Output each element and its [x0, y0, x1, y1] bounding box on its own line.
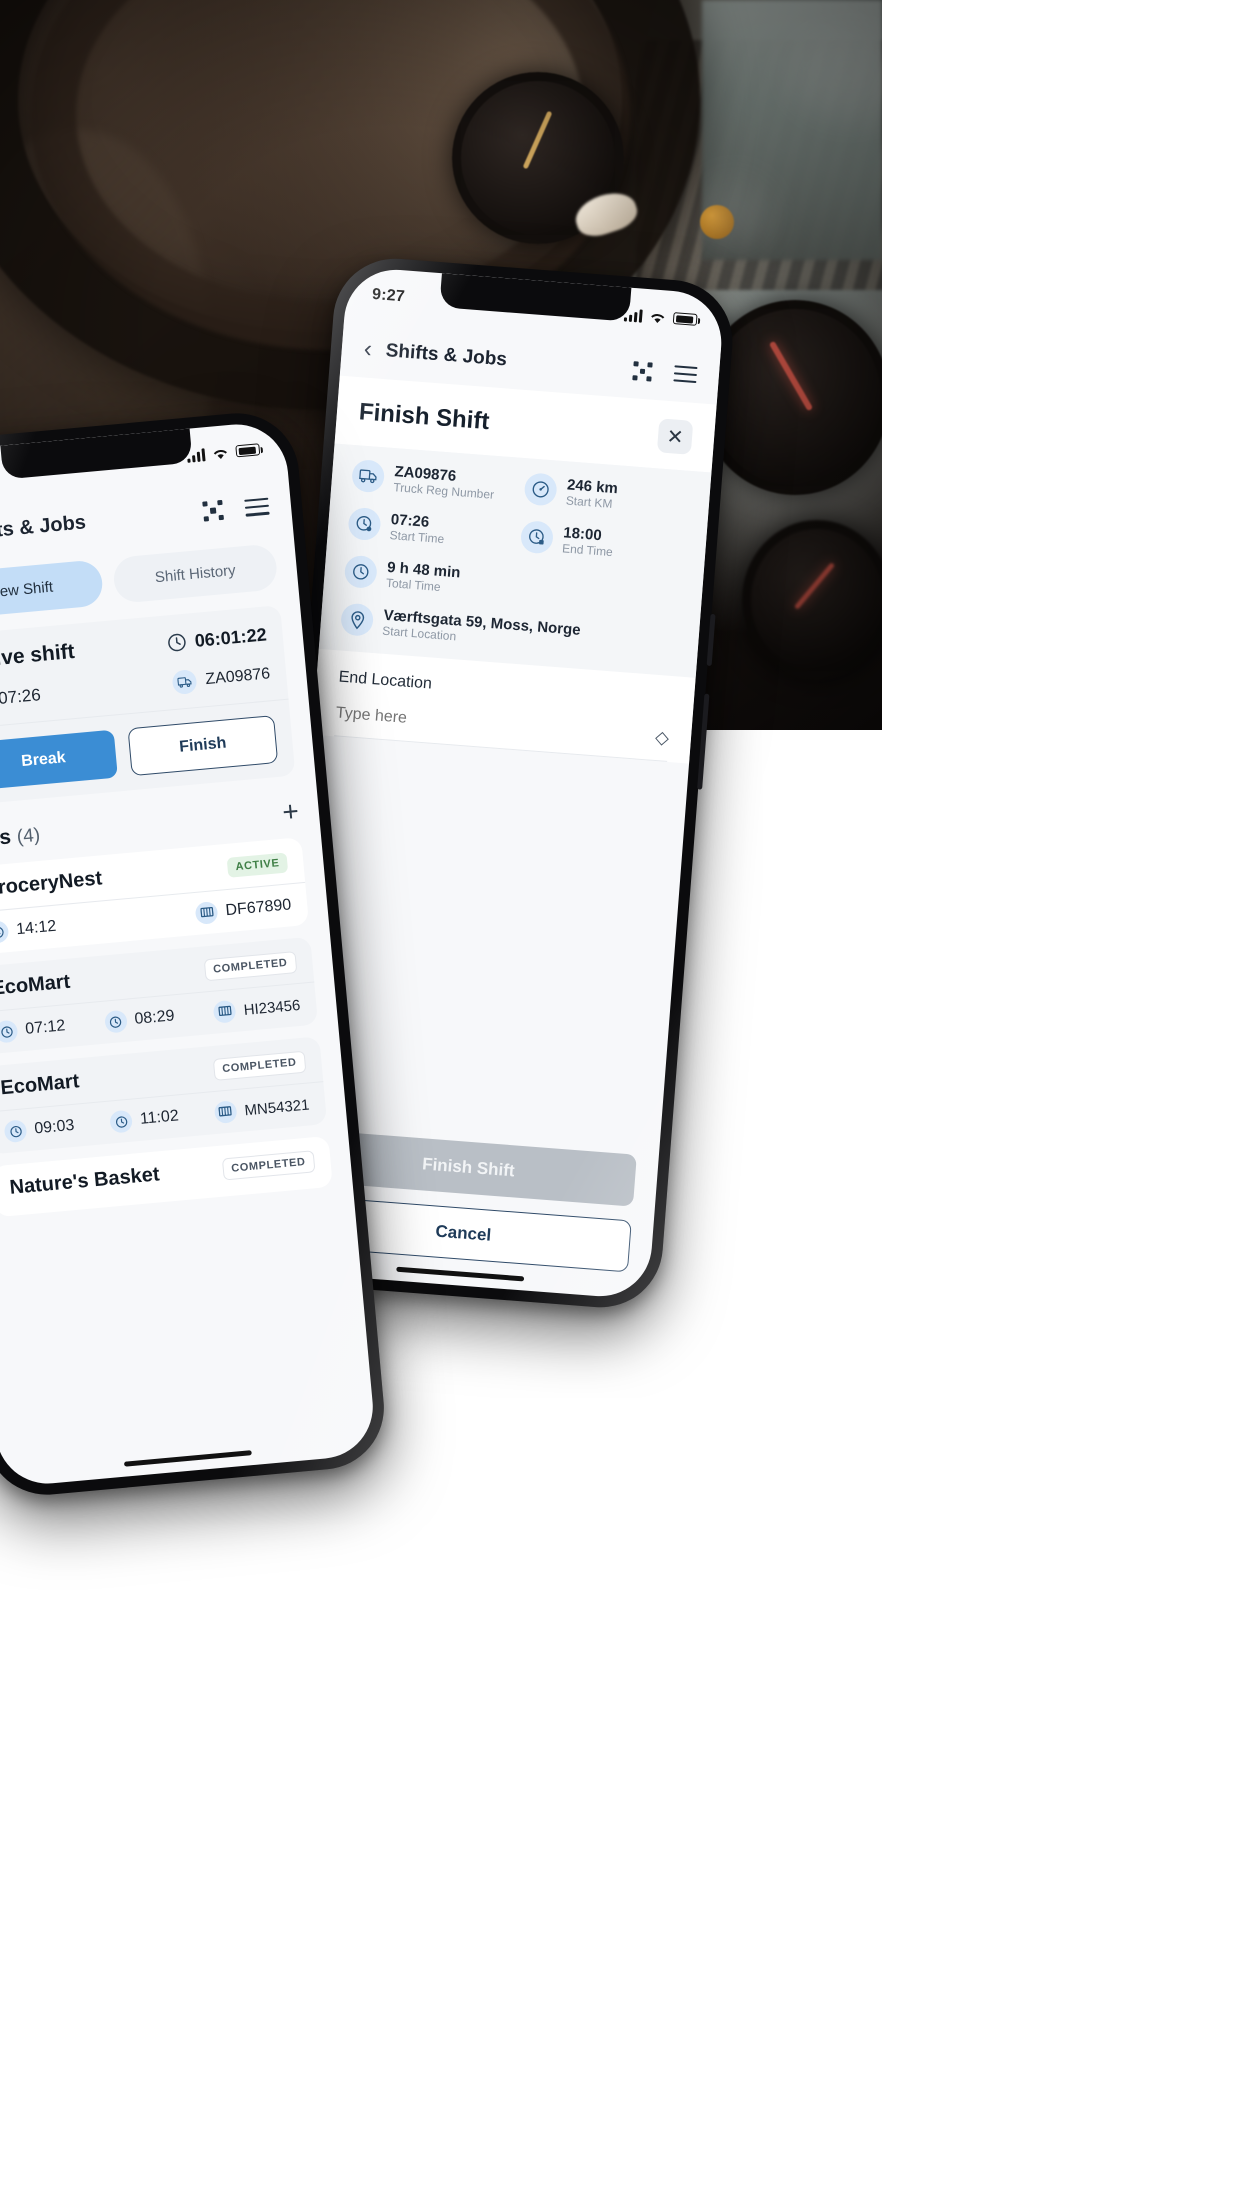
active-shift-start-time: 07:26	[0, 683, 42, 714]
active-shift-title: Active shift	[0, 639, 76, 674]
page-title: Shifts & Jobs	[385, 340, 508, 371]
map-pin-icon	[339, 602, 375, 637]
active-shift-timer: 06:01:22	[166, 624, 268, 654]
job-card[interactable]: EcoMart COMPLETED 07:12 08:29 HI23456	[0, 936, 319, 1055]
job-name: EcoMart	[0, 970, 72, 1000]
clock-icon	[168, 633, 186, 652]
job-code: MN54321	[213, 1094, 311, 1125]
clock-icon	[343, 554, 378, 590]
status-badge: ACTIVE	[226, 851, 289, 878]
pallet-icon	[212, 999, 237, 1024]
detail-end-time: 18:00 End Time	[519, 520, 687, 565]
qr-scan-icon[interactable]	[632, 360, 653, 382]
crosshair-icon[interactable]: ◇	[654, 727, 669, 749]
job-time-value: 08:29	[133, 1007, 176, 1028]
clock-icon	[109, 1109, 134, 1134]
wifi-icon	[651, 313, 665, 323]
job-code-value: HI23456	[243, 996, 302, 1019]
detail-start-km: 246 km Start KM	[523, 472, 690, 517]
job-card[interactable]: GroceryNest ACTIVE 14:12 DF67890	[0, 837, 310, 956]
clock-icon	[103, 1009, 128, 1034]
job-code: HI23456	[212, 994, 302, 1024]
start-time-value: 07:26	[0, 685, 42, 708]
clock-start-icon	[347, 506, 382, 542]
home-indicator	[123, 1450, 252, 1467]
job-time: 14:12	[0, 916, 57, 944]
clock-end-icon	[519, 520, 555, 555]
battery-icon	[672, 312, 698, 326]
add-job-button[interactable]: +	[281, 795, 300, 827]
active-shift-card: Active shift 06:01:22 07:26 ZA09876 Brea…	[0, 605, 296, 806]
clock-icon	[3, 1119, 28, 1144]
job-time: 07:12	[0, 1015, 67, 1044]
wifi-icon	[213, 449, 227, 459]
timer-value: 06:01:22	[193, 623, 268, 651]
tab-shift-history[interactable]: Shift History	[111, 543, 279, 604]
clock-icon	[0, 920, 10, 944]
job-time: 08:29	[103, 1005, 176, 1034]
chevron-left-icon[interactable]: ‹	[363, 335, 373, 363]
detail-truck-reg: ZA09876 Truck Reg Number	[350, 458, 518, 504]
clock-icon	[0, 1019, 19, 1044]
status-badge: COMPLETED	[203, 950, 298, 981]
shift-details-grid: ZA09876 Truck Reg Number 246 km Start KM	[318, 443, 712, 678]
job-time-value: 07:12	[24, 1017, 67, 1038]
job-code: DF67890	[194, 894, 292, 925]
job-name: Nature's Basket	[8, 1163, 161, 1199]
jobs-list: GroceryNest ACTIVE 14:12 DF67890 EcoMart…	[0, 835, 353, 1219]
status-time: 9:27	[371, 285, 406, 306]
home-indicator	[396, 1266, 525, 1282]
job-name: EcoMart	[0, 1070, 81, 1100]
hamburger-menu-icon[interactable]	[673, 365, 698, 384]
page-title: Shifts & Jobs	[0, 510, 87, 545]
detail-start-location: Værftsgata 59, Moss, Norge Start Locatio…	[339, 602, 679, 661]
status-badge: COMPLETED	[212, 1050, 307, 1081]
hamburger-menu-icon[interactable]	[244, 497, 270, 517]
finish-button[interactable]: Finish	[127, 715, 279, 777]
job-time: 11:02	[109, 1105, 180, 1134]
job-time-value: 14:12	[15, 917, 57, 939]
detail-label: End Time	[561, 540, 614, 559]
jobs-count: (4)	[15, 824, 42, 848]
status-badge: COMPLETED	[221, 1149, 316, 1181]
close-x-icon[interactable]: ✕	[656, 418, 694, 455]
job-card[interactable]: EcoMart COMPLETED 09:03 11:02 MN54321	[0, 1036, 328, 1155]
speedometer-icon	[523, 472, 558, 507]
job-code-value: DF67890	[224, 896, 292, 920]
detail-total-time: 9 h 48 min Total Time	[343, 554, 683, 613]
pallet-icon	[194, 901, 219, 925]
qr-scan-icon[interactable]	[202, 499, 224, 522]
jobs-label: Jobs	[0, 825, 12, 853]
detail-start-time: 07:26 Start Time	[347, 506, 514, 552]
job-time-value: 09:03	[33, 1116, 76, 1138]
job-code-value: MN54321	[243, 1095, 311, 1119]
truck-reg-value: ZA09876	[204, 665, 271, 689]
detail-label: Start Time	[389, 527, 445, 546]
truck-icon	[350, 458, 386, 494]
job-time-value: 11:02	[139, 1107, 180, 1128]
battery-icon	[235, 443, 261, 458]
job-name: GroceryNest	[0, 867, 104, 901]
job-time: 09:03	[3, 1115, 76, 1144]
active-shift-truck: ZA09876	[171, 662, 272, 696]
pallet-icon	[213, 1100, 238, 1125]
break-button[interactable]: Break	[0, 729, 118, 791]
sheet-title: Finish Shift	[358, 398, 491, 436]
tab-new-shift[interactable]: New Shift	[0, 559, 105, 620]
truck-icon	[171, 668, 198, 696]
